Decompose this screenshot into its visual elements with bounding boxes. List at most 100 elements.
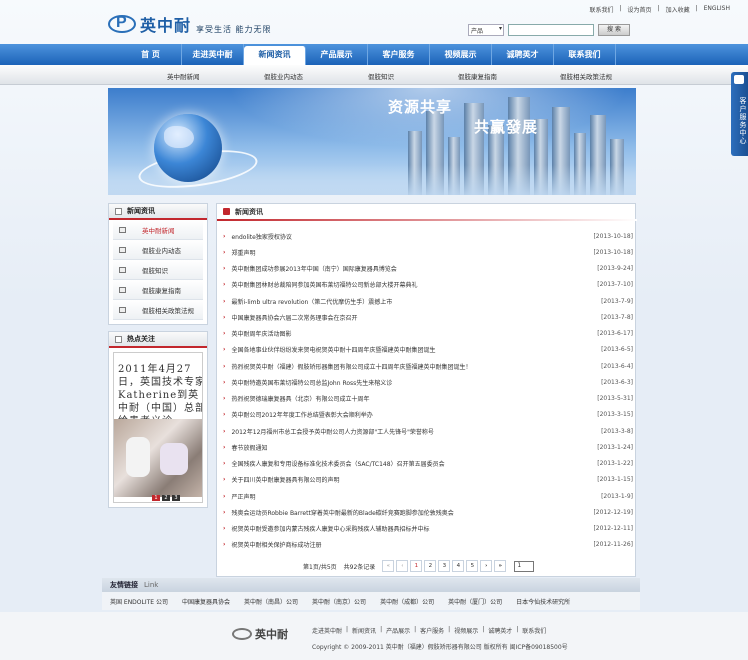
page-5[interactable]: 5	[466, 560, 479, 572]
footer-link[interactable]: 诚聘英才	[488, 626, 512, 635]
news-row-title[interactable]: 2012年12月福州市总工会授予英中耐公司人力资源部"工人先锋号"荣誉称号	[231, 427, 565, 436]
news-row[interactable]: › 全国残疾人康复和专用设备标准化技术委员会（SAC/TC148）召开第五届委员会…	[221, 456, 633, 472]
prev-page-button[interactable]: ‹	[396, 560, 409, 572]
news-row[interactable]: › 祝贺英中耐相关保护商标成功注册 [2012-11-26]	[221, 537, 633, 553]
news-row[interactable]: › 2012年12月福州市总工会授予英中耐公司人力资源部"工人先锋号"荣誉称号 [2…	[221, 423, 633, 439]
news-row-title[interactable]: 祝贺英中耐受邀参加内蒙古残疾人康复中心采购残疾人辅助器具招标并中标	[231, 524, 565, 533]
news-row[interactable]: › 英中耐周年庆活动图影 [2013-6-17]	[221, 326, 633, 342]
news-row-title[interactable]: 英中耐周年庆活动图影	[231, 329, 565, 338]
news-row-title[interactable]: 英中耐特邀英国布莱切福特公司总监John Ross先生来榕义诊	[231, 378, 565, 387]
news-row[interactable]: › 中国康复器具协会六届二次常务理事会在京召开 [2013-7-8]	[221, 309, 633, 325]
news-row-title[interactable]: 热烈祝贺英中耐（福建）假肢矫形器集团有限公司成立十四周年庆暨福建英中耐集团诞生！	[231, 362, 565, 371]
slide-page-2[interactable]: 2	[162, 495, 170, 501]
arrow-icon: ›	[223, 395, 226, 403]
news-row[interactable]: › 英中耐特邀英国布莱切福特公司总监John Ross先生来榕义诊 [2013-6-…	[221, 374, 633, 390]
footer-link[interactable]: 客户服务	[420, 626, 444, 635]
page-3[interactable]: 3	[438, 560, 451, 572]
friend-link[interactable]: 英国 ENDOLITE 公司	[110, 597, 168, 606]
subnav-knowledge[interactable]: 假肢知识	[368, 71, 394, 81]
news-row-title[interactable]: 全国残疾人康复和专用设备标准化技术委员会（SAC/TC148）召开第五届委员会	[231, 459, 565, 468]
nav-service[interactable]: 客户服务	[368, 44, 430, 65]
top-link-english[interactable]: ENGLISH	[704, 5, 730, 14]
news-row[interactable]: › 祝贺英中耐受邀参加内蒙古残疾人康复中心采购残疾人辅助器具招标并中标 [2012-…	[221, 521, 633, 537]
sidebar-item-label: 英中耐新闻	[142, 226, 175, 235]
news-row[interactable]: › 热烈祝贺德瑞康复器具（北京）有限公司成立十周年 [2013-5-31]	[221, 391, 633, 407]
news-row[interactable]: › 春节放假通知 [2013-1-24]	[221, 439, 633, 455]
page-1[interactable]: 1	[410, 560, 423, 572]
next-page-button[interactable]: ›	[480, 560, 493, 572]
news-row-title[interactable]: 祝贺英中耐相关保护商标成功注册	[231, 540, 565, 549]
news-row[interactable]: › 热烈祝贺英中耐（福建）假肢矫形器集团有限公司成立十四周年庆暨福建英中耐集团诞生…	[221, 358, 633, 374]
footer-link[interactable]: 新闻资讯	[352, 626, 376, 635]
page-4[interactable]: 4	[452, 560, 465, 572]
news-row[interactable]: › 英中耐集团林财总裁陪同参加英国布莱切福特公司新总部大楼开幕典礼 [2013-7-…	[221, 277, 633, 293]
nav-news[interactable]: 新闻资讯	[244, 46, 306, 65]
friend-link[interactable]: 英中耐（厦门）公司	[448, 597, 502, 606]
news-row[interactable]: › 严正声明 [2013-1-9]	[221, 488, 633, 504]
friend-link[interactable]: 日本今仙技术研究所	[516, 597, 570, 606]
nav-jobs[interactable]: 诚聘英才	[492, 44, 554, 65]
news-row-title[interactable]: 严正声明	[231, 492, 565, 501]
page-select[interactable]: 1	[514, 560, 535, 572]
customer-service-float[interactable]: 客户服务中心	[731, 72, 748, 156]
footer-link[interactable]: 走进英中耐	[312, 626, 342, 635]
top-link-homepage[interactable]: 设为首页	[628, 5, 652, 14]
news-row-title[interactable]: 英中耐公司2012年年度工作总结暨表彰大会顺利举办	[231, 410, 565, 419]
news-row[interactable]: › 最新i-limb ultra revolution（第二代优摩仿生手）震撼上市…	[221, 293, 633, 309]
sidebar-item-rehab[interactable]: 假肢康复指南	[113, 280, 203, 300]
arrow-icon: ›	[223, 525, 226, 533]
subnav-company-news[interactable]: 英中耐新闻	[167, 71, 200, 81]
subnav-industry[interactable]: 假肢业内动态	[264, 71, 303, 81]
top-link-favorite[interactable]: 加入收藏	[666, 5, 690, 14]
page-2[interactable]: 2	[424, 560, 437, 572]
first-page-button[interactable]: «	[382, 560, 395, 572]
subnav-policy[interactable]: 假肢相关政策法规	[560, 71, 612, 81]
nav-products[interactable]: 产品展示	[306, 44, 368, 65]
top-link-contact[interactable]: 联系我们	[589, 5, 613, 14]
sidebar-item-industry[interactable]: 假肢业内动态	[113, 240, 203, 260]
footer-link[interactable]: 产品展示	[386, 626, 410, 635]
news-row[interactable]: › 英中耐公司2012年年度工作总结暨表彰大会顺利举办 [2013-3-15]	[221, 407, 633, 423]
sidebar-item-knowledge[interactable]: 假肢知识	[113, 260, 203, 280]
last-page-button[interactable]: »	[494, 560, 507, 572]
sidebar-item-company-news[interactable]: 英中耐新闻	[113, 220, 203, 240]
arrow-icon: ›	[223, 265, 226, 273]
news-row[interactable]: › 残奥会运动员Robbie Barrett穿着英中耐最新的Blade碳纤竞赛跑脚…	[221, 504, 633, 520]
nav-about[interactable]: 走进英中耐	[182, 44, 244, 65]
search-category-select[interactable]: 产品	[468, 24, 504, 36]
hot-slideshow[interactable]: 2011年4月27日，英国技术专家Katherine到英中耐（中国）总部给患者义…	[113, 352, 203, 503]
news-row-title[interactable]: 中国康复器具协会六届二次常务理事会在京召开	[231, 313, 565, 322]
news-row[interactable]: › 关于四川英中耐康复器具有限公司的声明 [2013-1-15]	[221, 472, 633, 488]
news-row-title[interactable]: 春节放假通知	[231, 443, 565, 452]
nav-video[interactable]: 视频展示	[430, 44, 492, 65]
sidebar-item-policy[interactable]: 假肢相关政策法规	[113, 300, 203, 320]
news-row[interactable]: › 英中耐集团成功参展2013年中国（南宁）国际康复器具博览会 [2013-9-24…	[221, 261, 633, 277]
subnav-rehab-guide[interactable]: 假肢康复指南	[458, 71, 497, 81]
slide-page-1[interactable]: 1	[152, 495, 160, 501]
news-row[interactable]: › 全国各地事业伙伴纷纷发来贺电祝贺英中耐十四周年庆暨福建英中耐集团诞生 [2013…	[221, 342, 633, 358]
arrow-icon: ›	[223, 330, 226, 338]
friend-link[interactable]: 英中耐（南京）公司	[312, 597, 366, 606]
news-row-title[interactable]: 郑重声明	[231, 248, 565, 257]
news-row-title[interactable]: 全国各地事业伙伴纷纷发来贺电祝贺英中耐十四周年庆暨福建英中耐集团诞生	[231, 345, 565, 354]
news-row[interactable]: › 郑重声明 [2013-10-18]	[221, 244, 633, 260]
news-row-title[interactable]: 残奥会运动员Robbie Barrett穿着英中耐最新的Blade碳纤竞赛跑脚参…	[231, 508, 565, 517]
news-row-title[interactable]: 英中耐集团成功参展2013年中国（南宁）国际康复器具博览会	[231, 264, 565, 273]
friend-link[interactable]: 英中耐（成都）公司	[380, 597, 434, 606]
news-row[interactable]: › endolite独家授权协议 [2013-10-18]	[221, 228, 633, 244]
nav-contact[interactable]: 联系我们	[554, 44, 616, 65]
footer-link[interactable]: 联系我们	[522, 626, 546, 635]
friend-link[interactable]: 中国康复器具协会	[182, 597, 230, 606]
slide-page-3[interactable]: 3	[172, 495, 180, 501]
news-row-title[interactable]: 英中耐集团林财总裁陪同参加英国布莱切福特公司新总部大楼开幕典礼	[231, 280, 565, 289]
news-row-title[interactable]: 关于四川英中耐康复器具有限公司的声明	[231, 475, 565, 484]
search-input[interactable]	[508, 24, 594, 36]
search-button[interactable]: 搜 索	[598, 24, 630, 36]
friend-link[interactable]: 英中耐（南昌）公司	[244, 597, 298, 606]
news-row-title[interactable]: 最新i-limb ultra revolution（第二代优摩仿生手）震撼上市	[231, 297, 565, 306]
news-row-title[interactable]: endolite独家授权协议	[231, 232, 565, 241]
footer-link[interactable]: 视频展示	[454, 626, 478, 635]
news-row-title[interactable]: 热烈祝贺德瑞康复器具（北京）有限公司成立十周年	[231, 394, 565, 403]
site-logo[interactable]: 英中耐	[108, 13, 191, 35]
nav-home[interactable]: 首 页	[120, 44, 182, 65]
